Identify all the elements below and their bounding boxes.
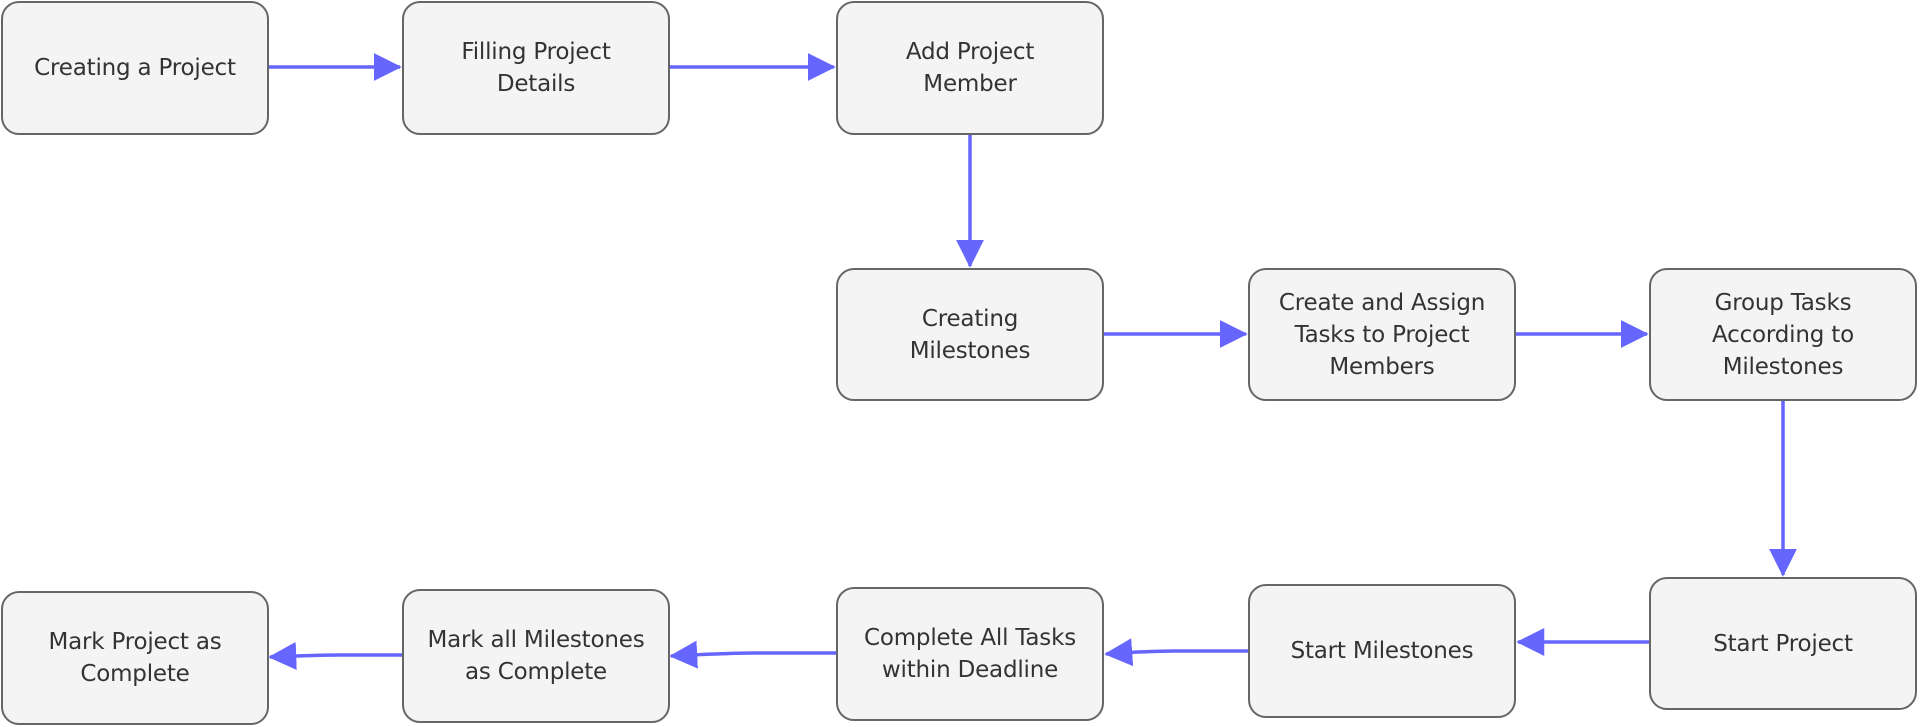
node-label: Create and Assign Tasks to Project Membe… [1278,289,1486,380]
node-start-project[interactable]: Start Project [1649,577,1917,710]
edge-mark-milestones-to-mark-project [268,641,402,670]
node-label: Add Project Member [905,39,1035,97]
node-label: Complete All Tasks within Deadline [863,625,1076,683]
node-group-tasks-by-milestones[interactable]: Group Tasks According to Milestones [1649,268,1917,401]
node-label: Start Project [1713,630,1853,657]
node-mark-milestones-complete[interactable]: Mark all Milestones as Complete [402,589,670,723]
node-creating-a-project[interactable]: Creating a Project [1,1,269,135]
node-label: Filling Project Details [461,39,611,97]
node-label: Mark all Milestones as Complete [427,627,645,685]
edge-complete-tasks-to-mark-milestones [669,640,836,669]
edge-start-milestones-to-complete-tasks [1104,638,1248,667]
node-creating-milestones[interactable]: Creating Milestones [836,268,1104,401]
flowchart-canvas: Creating a Project Filling Project Detai… [0,0,1921,727]
node-mark-project-complete[interactable]: Mark Project as Complete [1,591,269,725]
node-label: Group Tasks According to Milestones [1712,289,1854,380]
node-start-milestones[interactable]: Start Milestones [1248,584,1516,718]
node-label: Creating a Project [34,55,236,81]
node-label: Creating Milestones [909,305,1031,364]
node-label: Start Milestones [1290,638,1474,664]
node-complete-all-tasks[interactable]: Complete All Tasks within Deadline [836,587,1104,721]
node-filling-project-details[interactable]: Filling Project Details [402,1,670,135]
node-label: Mark Project as Complete [48,629,222,687]
node-create-assign-tasks[interactable]: Create and Assign Tasks to Project Membe… [1248,268,1516,401]
node-add-project-member[interactable]: Add Project Member [836,1,1104,135]
